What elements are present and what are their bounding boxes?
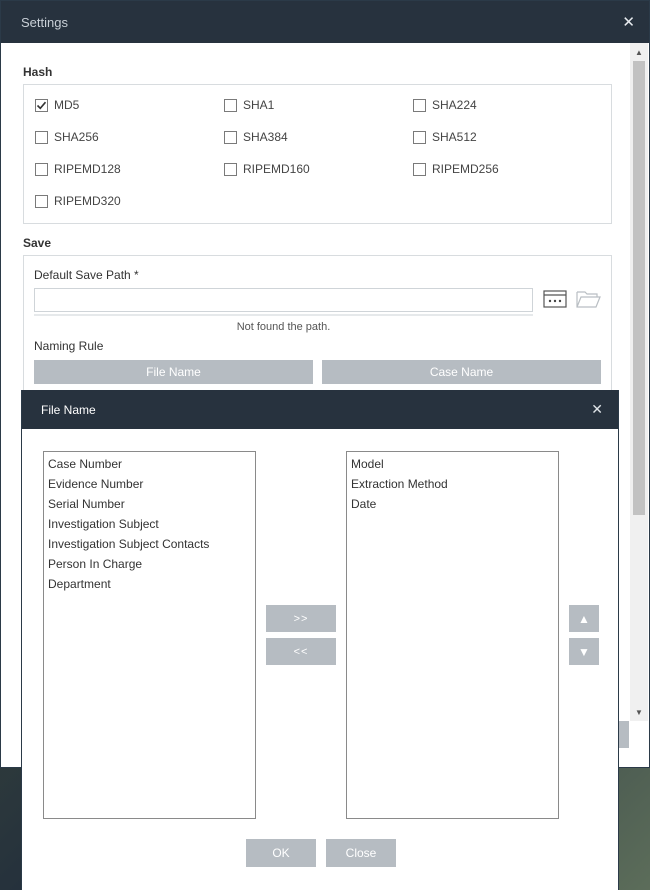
close-icon[interactable]: ✕ [591,401,603,418]
hash-options-panel: MD5 SHA1 SHA224 SHA256 SHA384 SHA512 RIP… [23,84,612,224]
checkbox-sha224-label: SHA224 [432,98,477,112]
scroll-up-icon[interactable]: ▲ [630,45,648,59]
naming-rule-label: Naming Rule [34,339,104,353]
checkbox-ripemd160-label: RIPEMD160 [243,162,310,176]
checkbox-ripemd320[interactable]: RIPEMD320 [35,194,121,208]
arrow-up-icon[interactable]: ▲ [569,605,599,632]
checkbox-ripemd160[interactable]: RIPEMD160 [224,162,310,176]
checkbox-sha1-box[interactable] [224,98,237,112]
hash-section-title: Hash [23,65,53,79]
checkbox-sha512[interactable]: SHA512 [413,130,477,144]
checkbox-sha512-box[interactable] [413,130,426,144]
list-item[interactable]: Extraction Method [347,476,558,496]
scroll-down-icon[interactable]: ▼ [630,705,648,719]
scrollbar-thumb[interactable] [633,61,645,515]
checkbox-ripemd128[interactable]: RIPEMD128 [35,162,121,176]
default-save-path-label: Default Save Path * [34,268,139,282]
checkbox-md5[interactable]: MD5 [35,98,79,112]
list-item[interactable]: Evidence Number [44,476,255,496]
checkbox-sha224-box[interactable] [413,98,426,112]
path-not-found-message: Not found the path. [236,321,331,333]
list-item[interactable]: Case Number [44,456,255,476]
checkbox-sha256-label: SHA256 [54,130,99,144]
selected-fields-list[interactable]: Model Extraction Method Date [346,451,559,819]
list-item[interactable]: Department [44,576,255,596]
remove-field-button[interactable]: << [266,638,336,665]
checkbox-ripemd256[interactable]: RIPEMD256 [413,162,499,176]
settings-title: Settings [21,15,68,30]
checkbox-ripemd256-label: RIPEMD256 [432,162,499,176]
file-name-dialog: File Name ✕ Case Number Evidence Number … [21,390,619,890]
checkbox-md5-label: MD5 [54,98,80,112]
checkbox-sha512-label: SHA512 [432,130,477,144]
folder-icon[interactable] [576,289,601,312]
file-name-dialog-titlebar: File Name ✕ [22,390,618,429]
checkbox-ripemd128-label: RIPEMD128 [54,162,121,176]
save-section-title: Save [23,236,52,250]
checkbox-sha256-box[interactable] [35,130,48,144]
checkbox-sha256[interactable]: SHA256 [35,130,99,144]
checkbox-sha1[interactable]: SHA1 [224,98,274,112]
checkbox-sha224[interactable]: SHA224 [413,98,477,112]
available-fields-list[interactable]: Case Number Evidence Number Serial Numbe… [43,451,256,819]
default-save-path-input[interactable] [34,288,533,312]
list-item[interactable]: Serial Number [44,496,255,516]
settings-titlebar: Settings ✕ [1,1,649,43]
checkbox-ripemd320-box[interactable] [35,194,48,208]
list-item[interactable]: Investigation Subject Contacts [44,536,255,556]
checkbox-ripemd160-box[interactable] [224,162,237,176]
checkbox-md5-box[interactable] [35,98,48,112]
arrow-down-icon[interactable]: ▼ [569,638,599,665]
checkbox-sha384[interactable]: SHA384 [224,130,288,144]
checkbox-ripemd256-box[interactable] [413,162,426,176]
list-item[interactable]: Date [347,496,558,516]
obscured-button[interactable] [619,721,629,748]
ok-button[interactable]: OK [246,839,316,867]
checkbox-sha384-box[interactable] [224,130,237,144]
close-button[interactable]: Close [326,839,396,867]
list-item[interactable]: Model [347,456,558,476]
path-input-underline [34,314,533,316]
checkbox-sha384-label: SHA384 [243,130,288,144]
case-name-button[interactable]: Case Name [322,360,601,384]
list-item[interactable]: Person In Charge [44,556,255,576]
browse-icon[interactable] [543,289,567,312]
list-item[interactable]: Investigation Subject [44,516,255,536]
save-options-panel: Default Save Path * Not found the path. … [23,255,612,395]
file-name-button[interactable]: File Name [34,360,313,384]
checkbox-ripemd320-label: RIPEMD320 [54,194,121,208]
settings-scrollbar[interactable]: ▲ ▼ [630,43,648,721]
close-icon[interactable]: ✕ [622,13,635,31]
add-field-button[interactable]: >> [266,605,336,632]
file-name-dialog-title: File Name [41,403,96,417]
checkbox-ripemd128-box[interactable] [35,162,48,176]
checkbox-sha1-label: SHA1 [243,98,275,112]
check-icon [36,101,47,109]
